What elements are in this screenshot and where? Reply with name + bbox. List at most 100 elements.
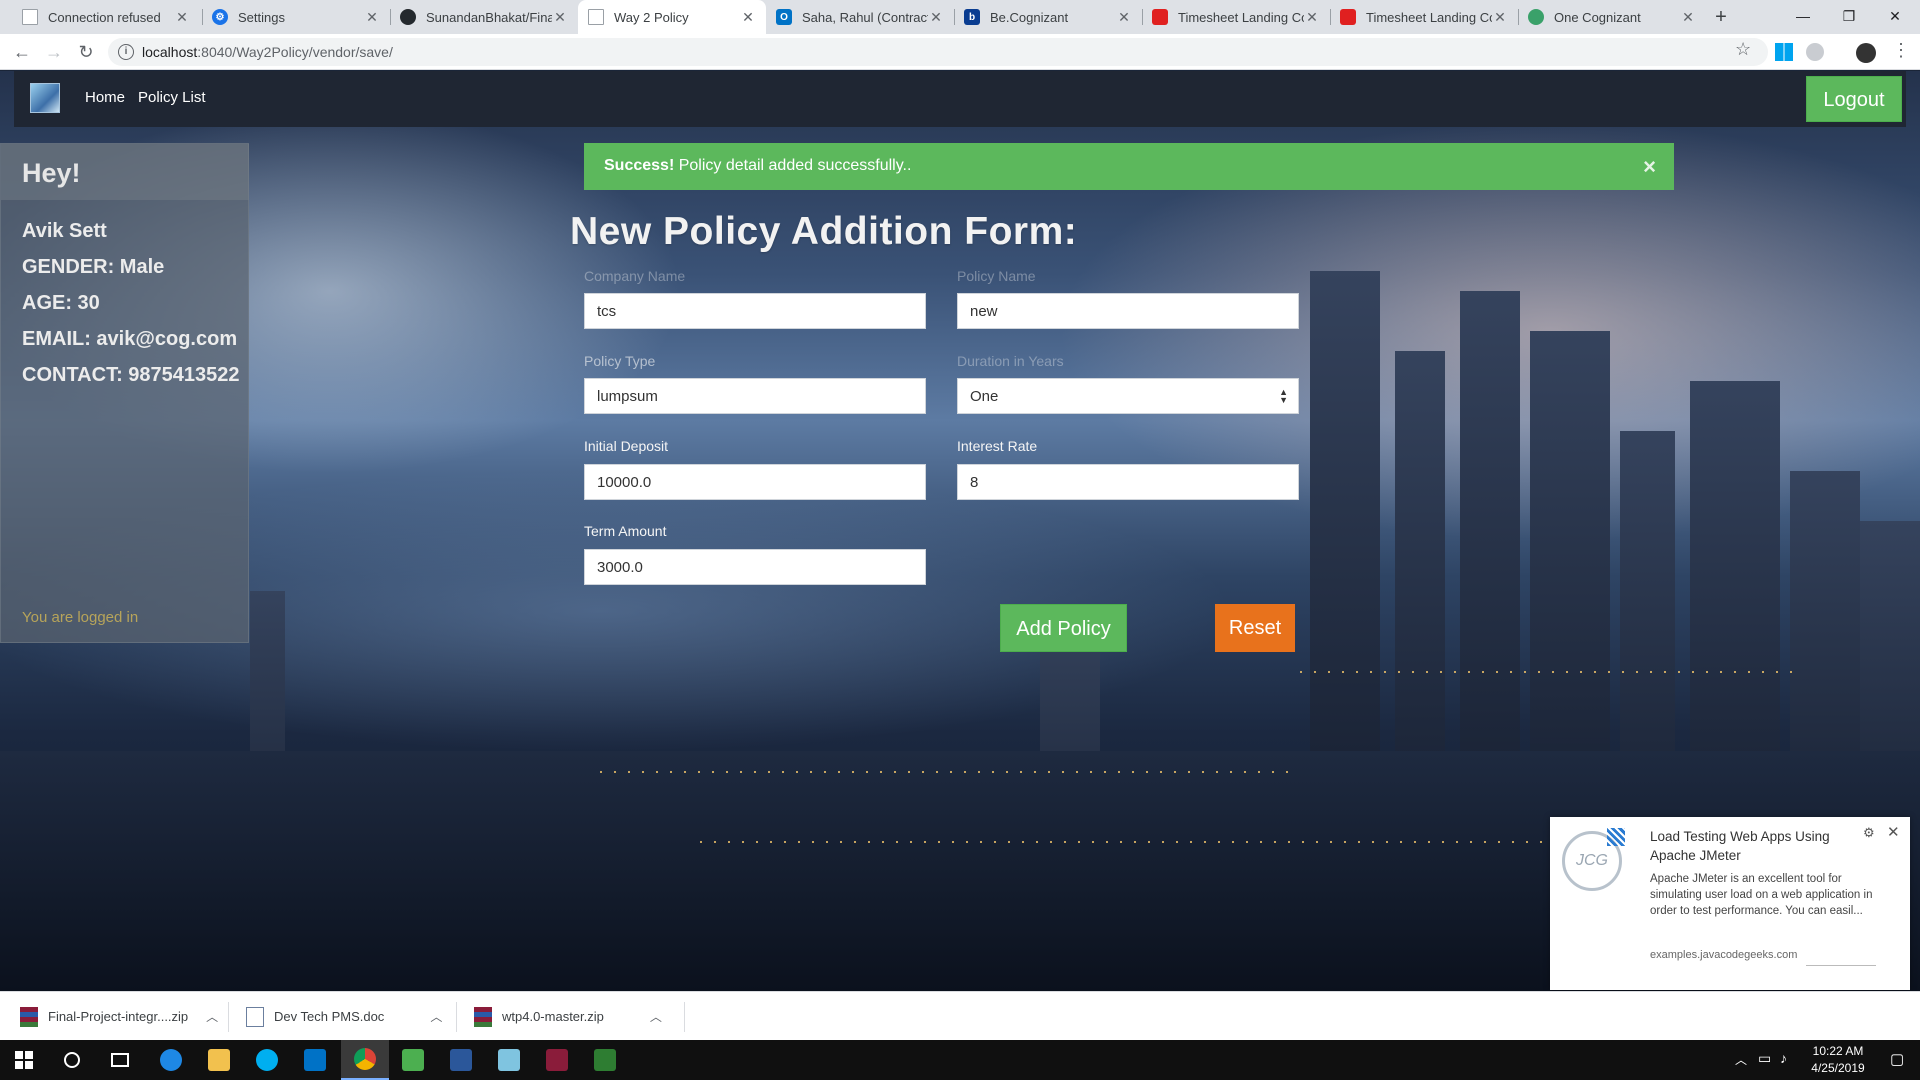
term-amount-input[interactable] bbox=[584, 549, 926, 585]
tab-connection-refused[interactable]: Connection refused ✕ bbox=[12, 0, 200, 34]
archive-icon[interactable] bbox=[533, 1040, 581, 1080]
word-icon[interactable] bbox=[437, 1040, 485, 1080]
download-item[interactable]: Dev Tech PMS.doc ︿ bbox=[246, 992, 442, 1041]
policy-type-input[interactable] bbox=[584, 378, 926, 414]
download-item[interactable]: Final-Project-integr....zip ︿ bbox=[20, 992, 218, 1041]
reload-button[interactable]: ↻ bbox=[74, 40, 98, 64]
close-icon[interactable]: ✕ bbox=[364, 9, 380, 26]
tab-timesheet-1[interactable]: Timesheet Landing Con ✕ bbox=[1142, 0, 1330, 34]
gear-icon[interactable]: ⚙ bbox=[1863, 825, 1875, 841]
chrome-notification[interactable]: JCG Load Testing Web Apps Using Apache J… bbox=[1550, 817, 1910, 990]
duration-select[interactable]: One ▲ ▼ bbox=[957, 378, 1299, 414]
browser-tab-strip: Connection refused ✕ ⚙ Settings ✕ Sunand… bbox=[0, 0, 1920, 34]
nav-policy-list-link[interactable]: Policy List bbox=[138, 89, 206, 106]
profile-contact: CONTACT: 9875413522 bbox=[22, 364, 240, 386]
outlook-icon: O bbox=[776, 9, 792, 25]
tray-chevron-icon[interactable]: ︿ bbox=[1735, 1051, 1747, 1080]
new-tab-button[interactable]: + bbox=[1709, 5, 1733, 29]
login-status: You are logged in bbox=[22, 609, 139, 626]
alert-close-icon[interactable]: × bbox=[1643, 154, 1656, 180]
system-clock[interactable]: 10:22 AM 4/25/2019 bbox=[1798, 1043, 1878, 1077]
tab-title: SunandanBhakat/Final- bbox=[426, 9, 552, 25]
address-bar[interactable]: i localhost:8040/Way2Policy/vendor/save/ bbox=[108, 38, 1768, 66]
profile-gender: GENDER: Male bbox=[22, 256, 165, 278]
close-icon[interactable]: ✕ bbox=[552, 9, 568, 26]
close-icon[interactable]: ✕ bbox=[1887, 823, 1900, 841]
forward-button[interactable]: → bbox=[42, 40, 66, 64]
notification-body: Apache JMeter is an excellent tool for s… bbox=[1650, 873, 1873, 917]
edge-icon[interactable] bbox=[147, 1040, 195, 1080]
url-text: localhost:8040/Way2Policy/vendor/save/ bbox=[142, 44, 393, 60]
one-cognizant-icon bbox=[1528, 9, 1544, 25]
tab-one-cognizant[interactable]: One Cognizant ✕ bbox=[1518, 0, 1706, 34]
tab-be-cognizant[interactable]: b Be.Cognizant ✕ bbox=[954, 0, 1142, 34]
chevron-up-icon[interactable]: ︿ bbox=[206, 1008, 218, 1025]
skype-icon[interactable] bbox=[243, 1040, 291, 1080]
logout-button[interactable]: Logout bbox=[1806, 76, 1902, 122]
bookmark-star-icon[interactable]: ☆ bbox=[1735, 39, 1751, 60]
site-logo[interactable] bbox=[30, 83, 60, 113]
close-icon[interactable]: ✕ bbox=[1492, 9, 1508, 26]
close-window-button[interactable]: ✕ bbox=[1872, 0, 1918, 34]
media-icon[interactable] bbox=[389, 1040, 437, 1080]
background-lights bbox=[600, 771, 1300, 773]
initial-deposit-input[interactable] bbox=[584, 464, 926, 500]
tab-title: Timesheet Landing Con bbox=[1366, 9, 1492, 25]
close-icon[interactable]: ✕ bbox=[174, 9, 190, 26]
back-button[interactable]: ← bbox=[10, 40, 34, 64]
tab-title: Be.Cognizant bbox=[990, 9, 1069, 25]
interest-rate-input[interactable] bbox=[957, 464, 1299, 500]
tab-outlook[interactable]: O Saha, Rahul (Contractor ✕ bbox=[766, 0, 954, 34]
nav-home-link[interactable]: Home bbox=[85, 89, 125, 106]
duration-label: Duration in Years bbox=[957, 353, 1064, 369]
chevron-up-icon[interactable]: ︿ bbox=[430, 1008, 442, 1025]
volume-icon[interactable]: ♪ bbox=[1780, 1050, 1787, 1080]
company-name-input[interactable] bbox=[584, 293, 926, 329]
spreadsheet-icon[interactable] bbox=[581, 1040, 629, 1080]
close-icon[interactable]: ✕ bbox=[740, 9, 756, 26]
interest-rate-label: Interest Rate bbox=[957, 438, 1038, 454]
chrome-icon[interactable] bbox=[341, 1040, 389, 1080]
avatar[interactable] bbox=[1856, 43, 1876, 63]
policy-name-input[interactable] bbox=[957, 293, 1299, 329]
search-icon[interactable] bbox=[48, 1040, 96, 1080]
browser-toolbar: ← → ↻ i localhost:8040/Way2Policy/vendor… bbox=[0, 34, 1920, 70]
tab-timesheet-2[interactable]: Timesheet Landing Con ✕ bbox=[1330, 0, 1518, 34]
close-icon[interactable]: ✕ bbox=[1304, 9, 1320, 26]
company-name-label: Company Name bbox=[584, 268, 686, 284]
download-filename: Dev Tech PMS.doc bbox=[274, 1009, 385, 1024]
close-icon[interactable]: ✕ bbox=[928, 9, 944, 26]
profile-greeting: Hey! bbox=[22, 158, 81, 188]
file-explorer-icon[interactable] bbox=[195, 1040, 243, 1080]
close-icon[interactable]: ✕ bbox=[1116, 9, 1132, 26]
tab-title: One Cognizant bbox=[1554, 9, 1641, 25]
minimize-button[interactable]: — bbox=[1780, 0, 1826, 34]
start-icon[interactable] bbox=[0, 1040, 48, 1080]
notes-icon[interactable] bbox=[485, 1040, 533, 1080]
reset-button[interactable]: Reset bbox=[1215, 604, 1295, 652]
download-item[interactable]: wtp4.0-master.zip ︿ bbox=[474, 992, 662, 1041]
task-view-icon[interactable] bbox=[96, 1040, 144, 1080]
select-arrows-icon: ▲ ▼ bbox=[1279, 387, 1288, 405]
tab-title: Saha, Rahul (Contractor bbox=[802, 9, 928, 25]
extension-icon[interactable] bbox=[1806, 43, 1824, 61]
profile-name: Avik Sett bbox=[22, 220, 107, 242]
term-amount-label: Term Amount bbox=[584, 523, 667, 539]
success-alert: Success! Policy detail added successfull… bbox=[584, 143, 1674, 190]
network-icon[interactable]: ▭ bbox=[1758, 1050, 1771, 1080]
add-policy-button[interactable]: Add Policy bbox=[1000, 604, 1127, 652]
outlook-icon[interactable] bbox=[291, 1040, 339, 1080]
close-icon[interactable]: ✕ bbox=[1680, 9, 1696, 26]
info-icon[interactable]: i bbox=[118, 44, 134, 60]
action-center-icon[interactable]: ▢ bbox=[1890, 1050, 1904, 1080]
maximize-button[interactable]: ❐ bbox=[1826, 0, 1872, 34]
tab-way2policy[interactable]: Way 2 Policy ✕ bbox=[578, 0, 766, 34]
tab-title: Way 2 Policy bbox=[614, 9, 689, 25]
clock-date: 4/25/2019 bbox=[1811, 1061, 1865, 1075]
tab-settings[interactable]: ⚙ Settings ✕ bbox=[202, 0, 390, 34]
profile-email: EMAIL: avik@cog.com bbox=[22, 328, 238, 350]
tab-github[interactable]: SunandanBhakat/Final- ✕ bbox=[390, 0, 578, 34]
browser-menu-icon[interactable]: ⋮ bbox=[1892, 40, 1910, 61]
chevron-up-icon[interactable]: ︿ bbox=[650, 1008, 662, 1025]
windows-extension-icon[interactable] bbox=[1775, 43, 1793, 61]
